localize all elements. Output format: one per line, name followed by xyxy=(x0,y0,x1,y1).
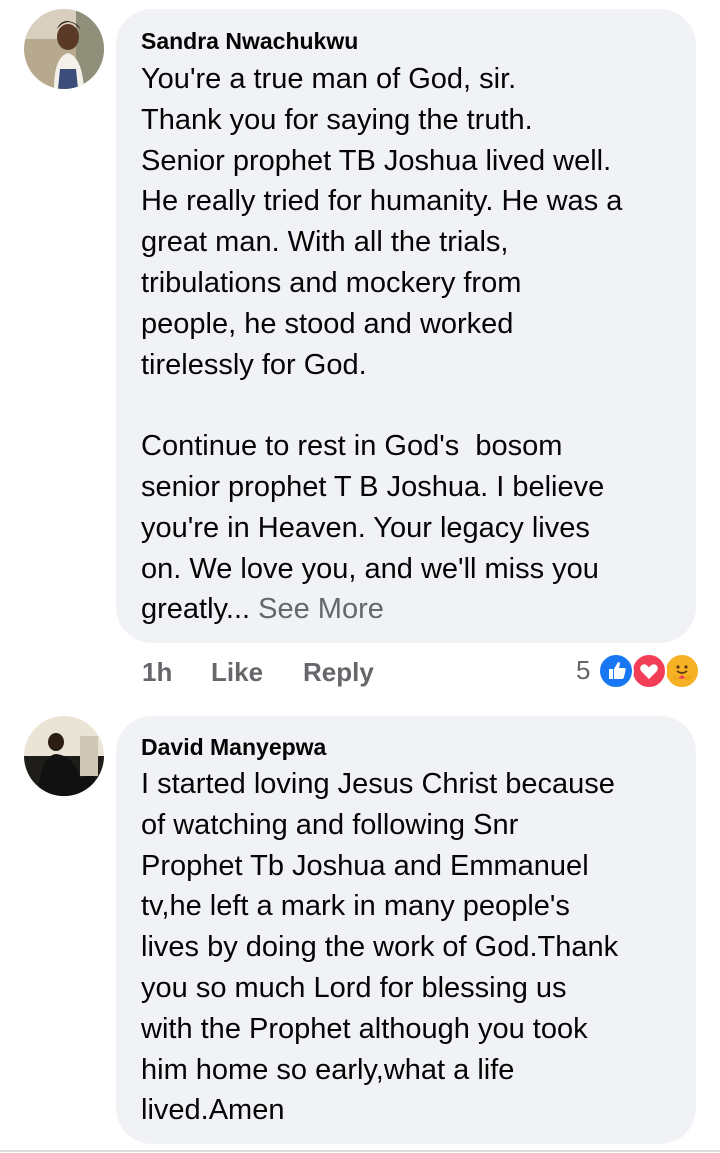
avatar[interactable] xyxy=(24,716,104,796)
see-more-link[interactable]: See More xyxy=(258,593,384,625)
comment-text: You're a true man of God, sir. Thank you… xyxy=(141,59,686,630)
love-icon xyxy=(631,653,667,689)
comment-body: You're a true man of God, sir. Thank you… xyxy=(141,63,623,626)
comment-bubble: Sandra Nwachukwu You're a true man of Go… xyxy=(116,9,696,643)
comment-actions: 1h Like Reply xyxy=(142,657,442,691)
comment-author[interactable]: David Manyepwa xyxy=(141,734,326,761)
comment-body: I started loving Jesus Christ because of… xyxy=(141,768,619,1127)
comment-bubble: David Manyepwa I started loving Jesus Ch… xyxy=(116,716,696,1144)
divider xyxy=(0,1150,720,1152)
like-icon xyxy=(598,653,634,689)
comment-timestamp: 1h xyxy=(142,657,173,687)
reaction-count: 5 xyxy=(576,655,591,685)
reaction-summary[interactable]: 5 xyxy=(576,653,700,693)
reply-button[interactable]: Reply xyxy=(303,657,374,688)
avatar[interactable] xyxy=(24,9,104,89)
care-icon xyxy=(664,653,700,689)
comment-author[interactable]: Sandra Nwachukwu xyxy=(141,28,358,55)
like-button[interactable]: Like xyxy=(211,657,263,688)
